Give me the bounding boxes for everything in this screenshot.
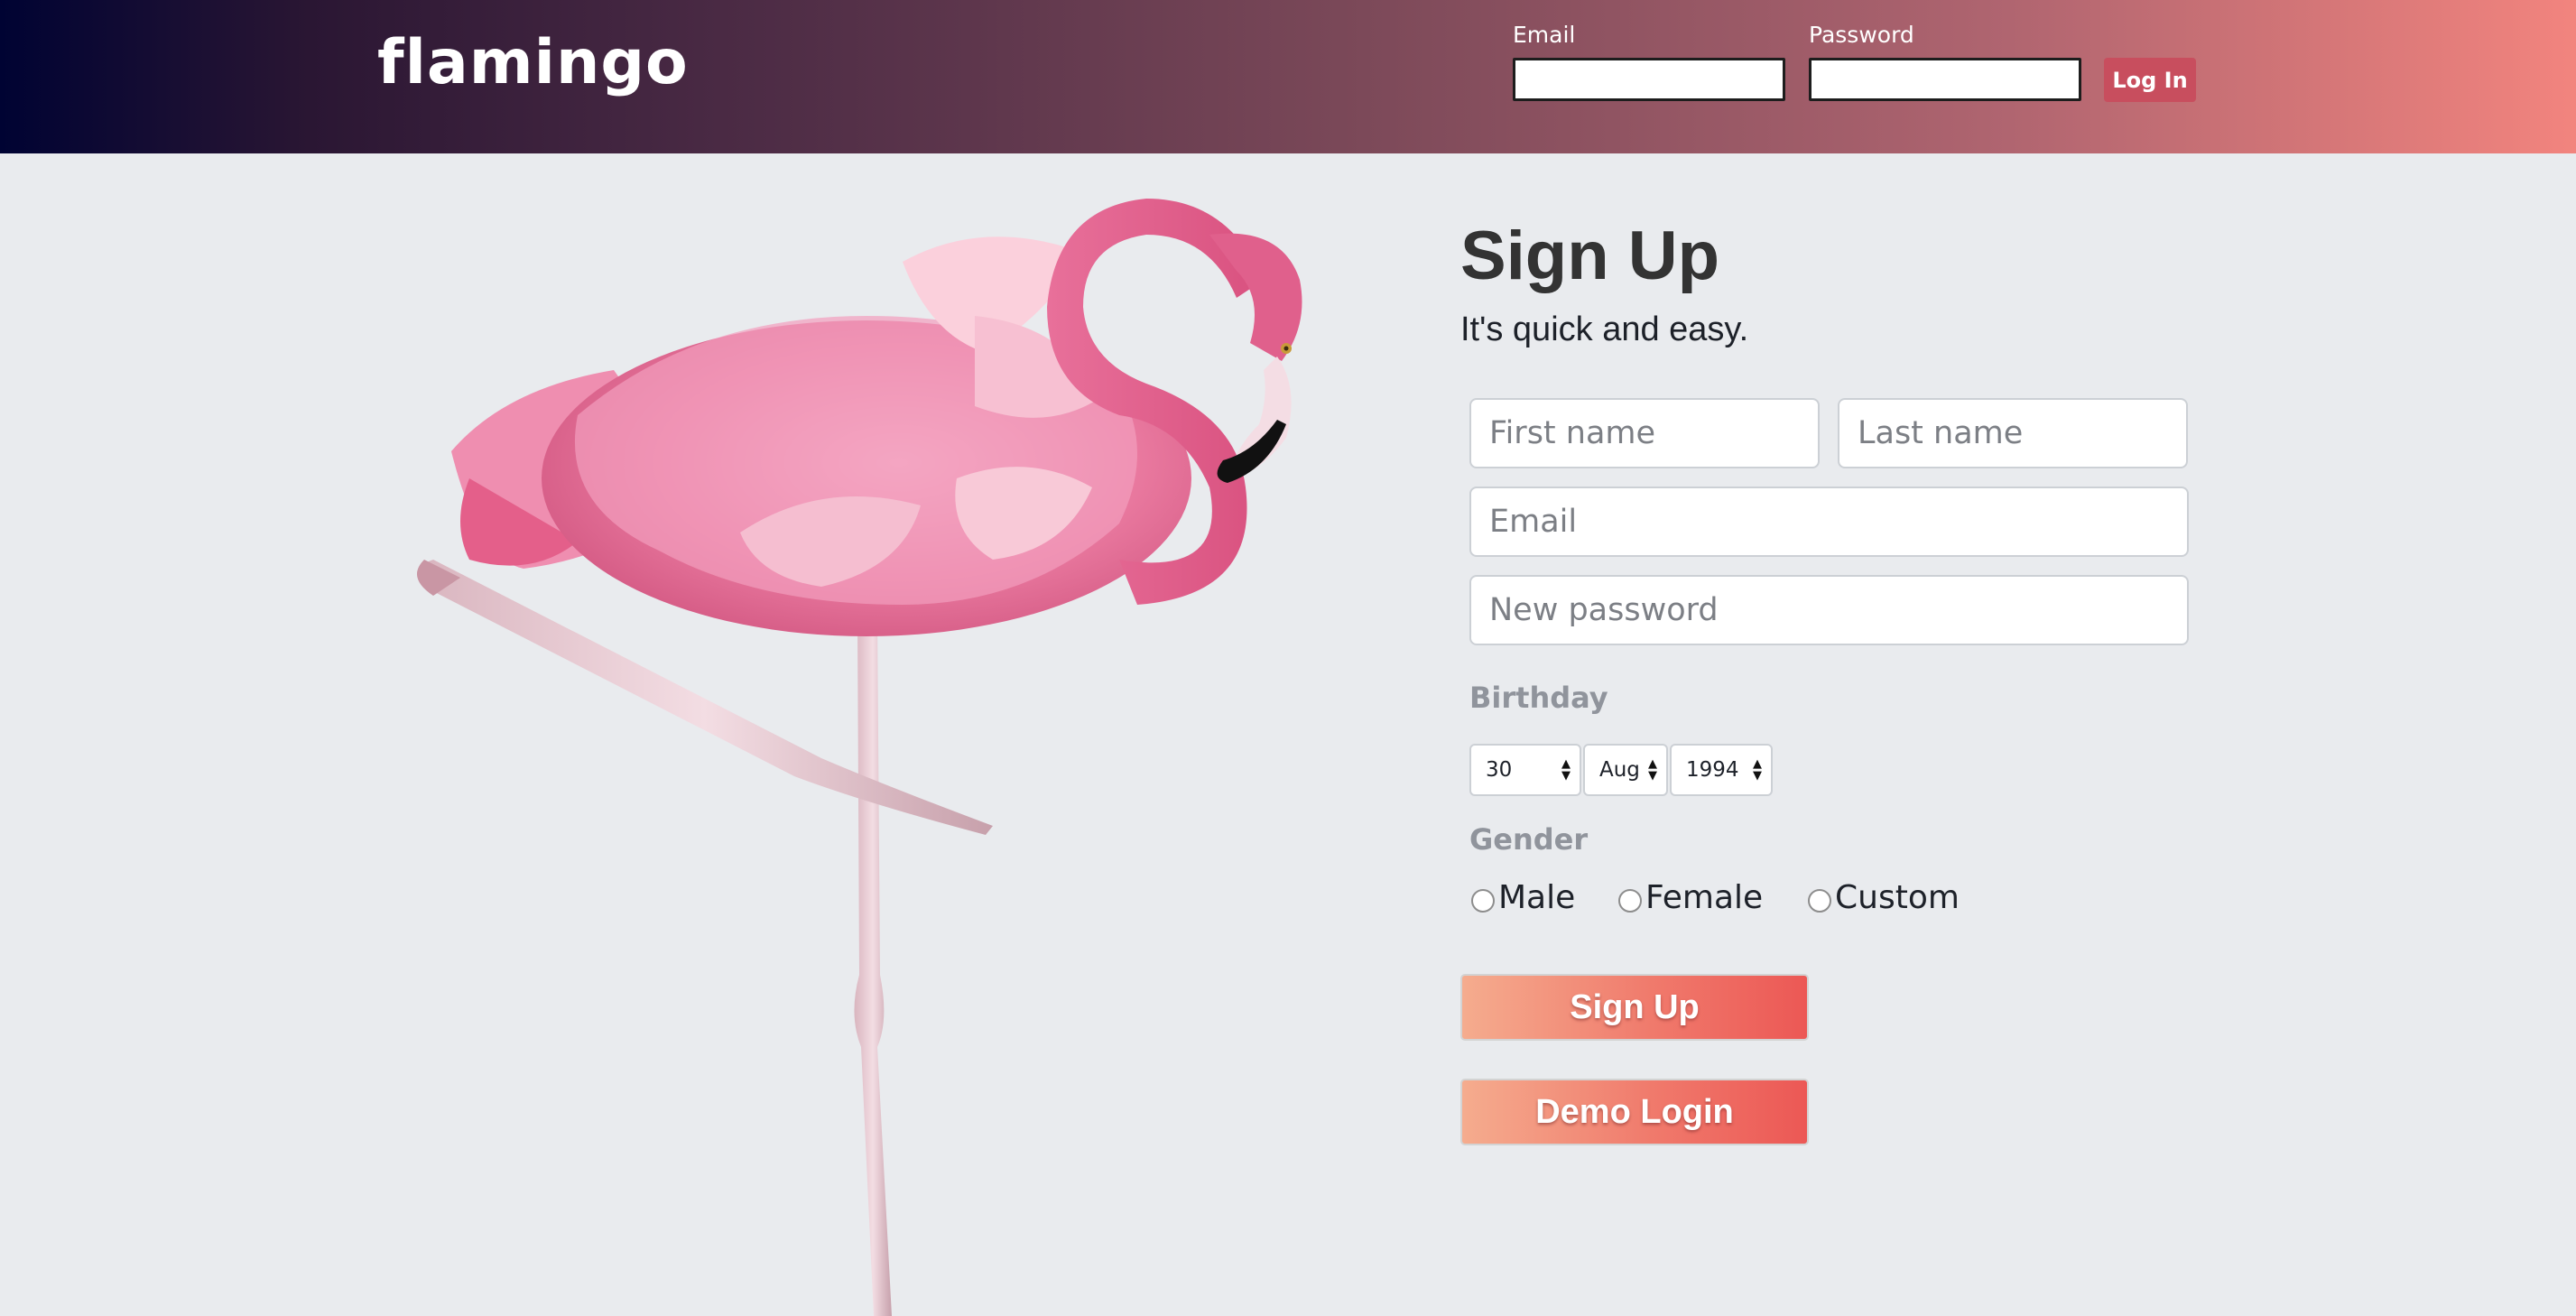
signup-title: Sign Up	[1460, 218, 1720, 294]
birthday-month-value: Aug	[1599, 758, 1640, 782]
signup-subtitle: It's quick and easy.	[1460, 310, 1749, 348]
birthday-year-select[interactable]: 1994 ▲ ▼	[1670, 744, 1773, 796]
birthday-day-select[interactable]: 30 ▲ ▼	[1469, 744, 1581, 796]
gender-option-female[interactable]: Female	[1618, 879, 1763, 916]
login-password-label: Password	[1809, 22, 1914, 48]
radio-button[interactable]	[1618, 888, 1642, 913]
radio-button[interactable]	[1471, 888, 1495, 913]
signup-submit-button[interactable]: Sign Up	[1460, 974, 1809, 1041]
select-arrows-icon: ▲ ▼	[1648, 757, 1657, 783]
birthday-month-select[interactable]: Aug ▲ ▼	[1583, 744, 1668, 796]
top-navbar: flamingo Email Password Log In	[0, 0, 2576, 153]
gender-label: Gender	[1469, 822, 1589, 857]
select-arrows-icon: ▲ ▼	[1753, 757, 1762, 783]
login-email-label: Email	[1513, 22, 1576, 48]
gender-option-label: Female	[1645, 879, 1764, 916]
last-name-input[interactable]	[1838, 398, 2188, 468]
gender-option-label: Custom	[1835, 879, 1960, 916]
gender-option-label: Male	[1498, 879, 1576, 916]
gender-option-male[interactable]: Male	[1471, 879, 1575, 916]
login-email-input[interactable]	[1513, 58, 1785, 101]
birthday-label: Birthday	[1469, 681, 1608, 715]
radio-button[interactable]	[1808, 888, 1831, 913]
site-logo[interactable]: flamingo	[377, 27, 689, 98]
signup-email-input[interactable]	[1469, 487, 2189, 557]
birthday-day-value: 30	[1486, 758, 1513, 782]
gender-option-custom[interactable]: Custom	[1808, 879, 1960, 916]
login-button[interactable]: Log In	[2104, 58, 2196, 102]
select-arrows-icon: ▲ ▼	[1561, 757, 1571, 783]
flamingo-illustration	[417, 199, 1302, 1316]
birthday-year-value: 1994	[1686, 758, 1739, 782]
new-password-input[interactable]	[1469, 575, 2189, 645]
demo-login-button[interactable]: Demo Login	[1460, 1079, 1809, 1145]
first-name-input[interactable]	[1469, 398, 1820, 468]
login-password-input[interactable]	[1809, 58, 2081, 101]
